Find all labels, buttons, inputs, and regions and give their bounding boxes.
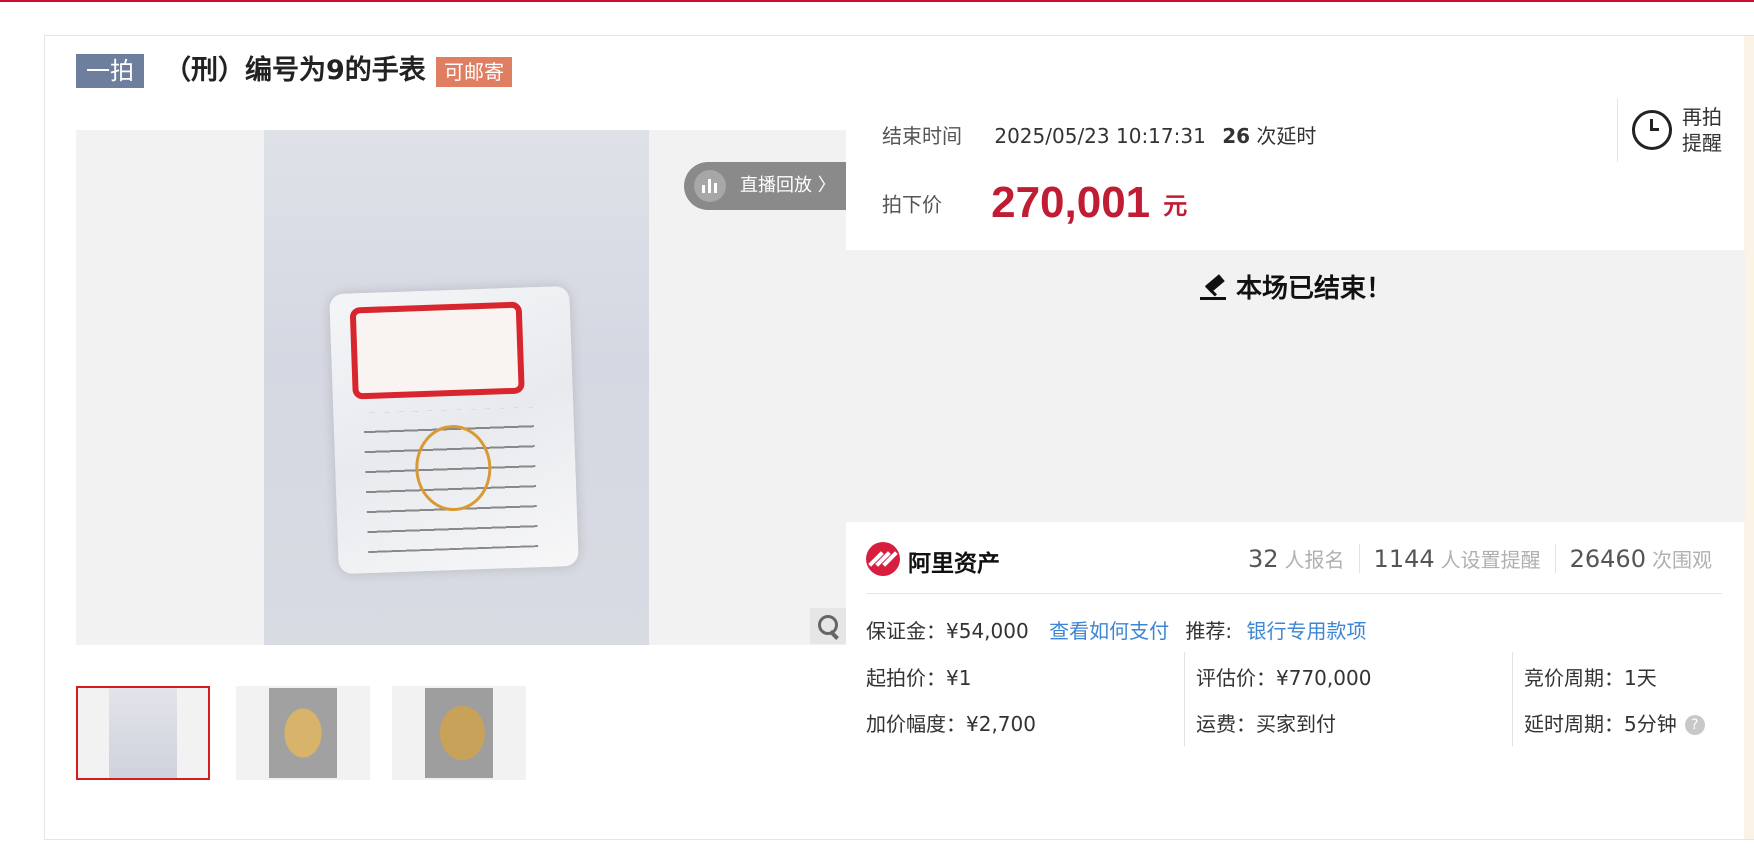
price-unit: 元 xyxy=(1163,191,1188,220)
rebid-reminder-button[interactable]: 再拍提醒 xyxy=(1617,98,1754,162)
bar-chart-icon xyxy=(694,170,726,202)
column-divider xyxy=(1512,652,1513,746)
thumbnail-3[interactable] xyxy=(392,686,526,780)
thumbnail-1[interactable] xyxy=(76,686,210,780)
how-to-pay-link[interactable]: 查看如何支付 xyxy=(1049,619,1169,643)
shipping-fee: 运费：买家到付 xyxy=(1196,712,1336,736)
stat-reminders: 1144 人设置提醒 xyxy=(1358,544,1555,573)
stat-views: 26460 次围观 xyxy=(1554,544,1726,573)
divider xyxy=(866,593,1722,594)
thumbnail-2[interactable] xyxy=(236,686,370,780)
end-time-label: 结束时间 xyxy=(882,124,962,148)
start-price: 起拍价：¥1 xyxy=(866,666,972,690)
auction-ended-panel: 本场已结束！ xyxy=(846,250,1746,522)
gavel-icon xyxy=(1199,274,1228,301)
mailable-tag: 可邮寄 xyxy=(436,57,512,87)
auction-ended-message: 本场已结束！ xyxy=(846,268,1746,305)
thumbnail-bag-image xyxy=(109,688,177,778)
deposit-row: 保证金：¥54,000 查看如何支付 推荐: 银行专用款项 xyxy=(866,615,1367,644)
top-accent-line xyxy=(0,0,1754,2)
end-time-row: 结束时间 2025/05/23 10:17:31 26 次延时 xyxy=(882,120,1316,149)
delay-period: 延时周期：5分钟 xyxy=(1524,712,1677,736)
bid-period: 竞价周期：1天 xyxy=(1524,666,1657,690)
auction-type-badge: 一拍 xyxy=(76,54,144,88)
thumbnail-watch-front xyxy=(269,688,337,778)
end-time-value: 2025/05/23 10:17:31 xyxy=(994,124,1206,148)
reminder-label: 再拍提醒 xyxy=(1682,105,1722,155)
bid-increment: 加价幅度：¥2,700 xyxy=(866,712,1036,736)
live-replay-label: 直播回放 〉 xyxy=(740,175,836,196)
alarm-clock-icon xyxy=(1632,110,1672,150)
bank-payment-link[interactable]: 银行专用款项 xyxy=(1247,619,1367,643)
recommend-label: 推荐: xyxy=(1185,619,1233,643)
stat-registrations: 32 人报名 xyxy=(1248,545,1345,573)
help-icon[interactable]: ? xyxy=(1684,715,1705,735)
final-price-row: 拍下价 270,001 元 xyxy=(882,178,1187,228)
deposit-value: 保证金：¥54,000 xyxy=(866,619,1029,643)
thumbnail-watch-side xyxy=(425,688,493,778)
price-value: 270,001 xyxy=(991,178,1151,227)
appraisal-price: 评估价：¥770,000 xyxy=(1196,666,1372,690)
platform-name: 阿里资产 xyxy=(908,551,1000,577)
bag-label xyxy=(349,301,525,400)
product-photo xyxy=(264,130,649,645)
delay-count: 26 xyxy=(1222,124,1251,148)
zoom-icon[interactable] xyxy=(810,608,846,644)
ended-text: 本场已结束！ xyxy=(1235,274,1392,304)
ali-assets-logo-icon xyxy=(866,542,900,576)
stats-bar: 32 人报名 1144 人设置提醒 26460 次围观 xyxy=(1236,544,1726,573)
price-label: 拍下价 xyxy=(882,192,942,217)
column-divider xyxy=(1184,652,1185,746)
live-replay-button[interactable]: 直播回放 〉 xyxy=(684,162,846,210)
delay-period-row: 延时周期：5分钟? xyxy=(1524,708,1705,737)
page-title: （刑）编号为9的手表 xyxy=(164,55,426,86)
evidence-bag xyxy=(329,285,579,575)
delay-label: 次延时 xyxy=(1256,124,1317,148)
